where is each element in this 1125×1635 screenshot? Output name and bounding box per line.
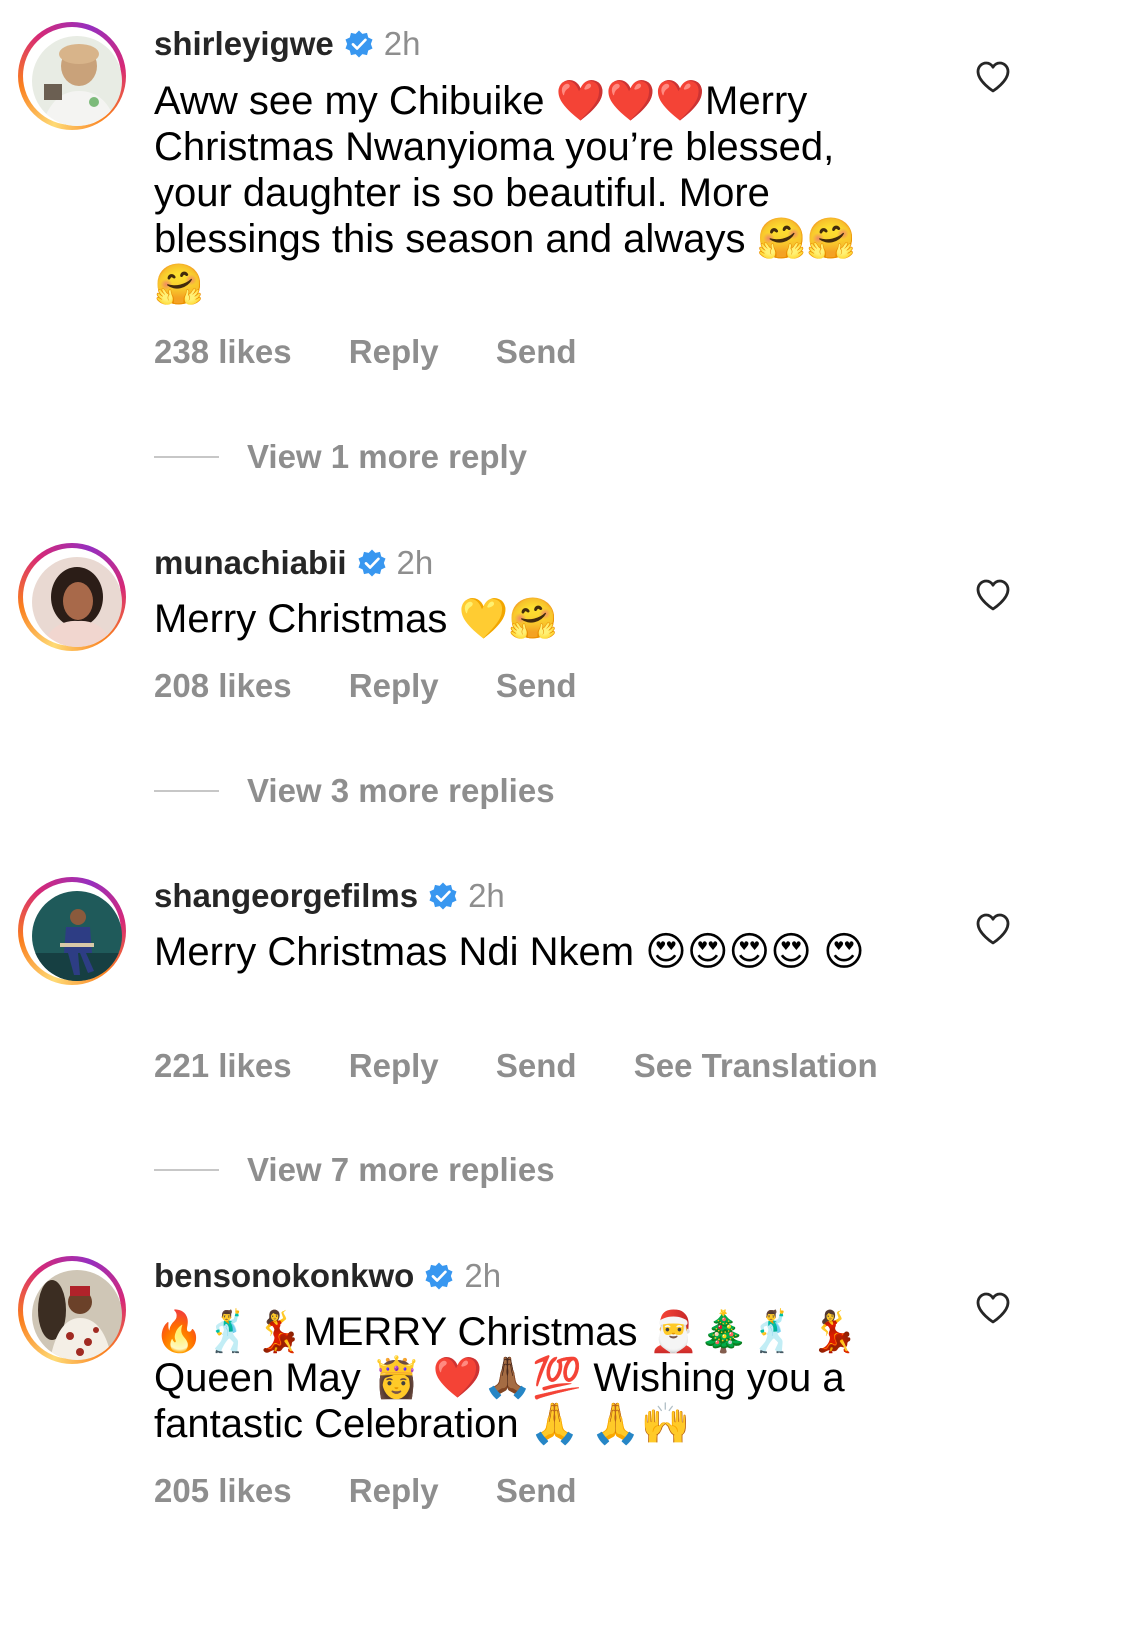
timestamp: 2h (464, 1257, 502, 1294)
reply-button[interactable]: Reply (349, 1047, 439, 1084)
likes-count[interactable]: 208 likes (154, 667, 292, 704)
reply-button[interactable]: Reply (349, 667, 439, 704)
send-button[interactable]: Send (496, 667, 577, 704)
heart-outline-icon[interactable] (975, 1291, 1011, 1325)
divider-line (154, 790, 219, 792)
timestamp: 2h (383, 25, 421, 62)
view-replies-label: View 1 more reply (247, 438, 528, 475)
comment-text: Merry Christmas Ndi Nkem 😍😍😍😍 😍 (154, 930, 865, 974)
comment-actions: 221 likes Reply Send See Translation (154, 1046, 926, 1086)
heart-outline-icon[interactable] (975, 578, 1011, 612)
verified-badge-icon (358, 549, 386, 577)
verified-badge-icon (429, 882, 457, 910)
comment-header: bensonokonkwo 2h (154, 1256, 501, 1296)
reply-button[interactable]: Reply (349, 1472, 439, 1509)
comment-header: shirleyigwe 2h (154, 24, 420, 64)
likes-count[interactable]: 221 likes (154, 1047, 292, 1084)
heart-outline-icon[interactable] (975, 60, 1011, 94)
send-button[interactable]: Send (496, 1472, 577, 1509)
divider-line (154, 456, 219, 458)
comment-actions: 205 likes Reply Send (154, 1471, 625, 1511)
comment-text: Merry Christmas 💛🤗 (154, 597, 559, 641)
verified-badge-icon (345, 30, 373, 58)
comment-text: Aww see my Chibuike ❤️❤️❤️Merry Christma… (154, 79, 857, 307)
username[interactable]: shangeorgefilms (154, 876, 418, 916)
send-button[interactable]: Send (496, 1047, 577, 1084)
username[interactable]: bensonokonkwo (154, 1256, 414, 1296)
avatar[interactable] (18, 877, 126, 985)
view-replies-label: View 7 more replies (247, 1151, 555, 1188)
see-translation-button[interactable]: See Translation (634, 1047, 878, 1084)
view-replies-button[interactable]: View 3 more replies (154, 771, 555, 811)
verified-badge-icon (425, 1262, 453, 1290)
comment-text: 🔥🕺💃MERRY Christmas 🎅🎄🕺 💃 Queen May 👸 ❤️🙏… (154, 1310, 859, 1446)
username[interactable]: munachiabii (154, 543, 347, 583)
heart-outline-icon[interactable] (975, 912, 1011, 946)
avatar[interactable] (18, 22, 126, 130)
likes-count[interactable]: 205 likes (154, 1472, 292, 1509)
username[interactable]: shirleyigwe (154, 24, 334, 64)
view-replies-button[interactable]: View 7 more replies (154, 1150, 555, 1190)
comment-actions: 208 likes Reply Send (154, 666, 625, 706)
send-button[interactable]: Send (496, 333, 577, 370)
timestamp: 2h (468, 877, 505, 914)
timestamp: 2h (396, 544, 434, 581)
view-replies-label: View 3 more replies (247, 772, 555, 809)
comment-actions: 238 likes Reply Send (154, 332, 625, 372)
comment-header: munachiabii 2h (154, 543, 433, 583)
view-replies-button[interactable]: View 1 more reply (154, 437, 527, 477)
reply-button[interactable]: Reply (349, 333, 439, 370)
avatar[interactable] (18, 543, 126, 651)
likes-count[interactable]: 238 likes (154, 333, 292, 370)
avatar[interactable] (18, 1256, 126, 1364)
comment-header: shangeorgefilms 2h (154, 876, 505, 916)
divider-line (154, 1169, 219, 1171)
